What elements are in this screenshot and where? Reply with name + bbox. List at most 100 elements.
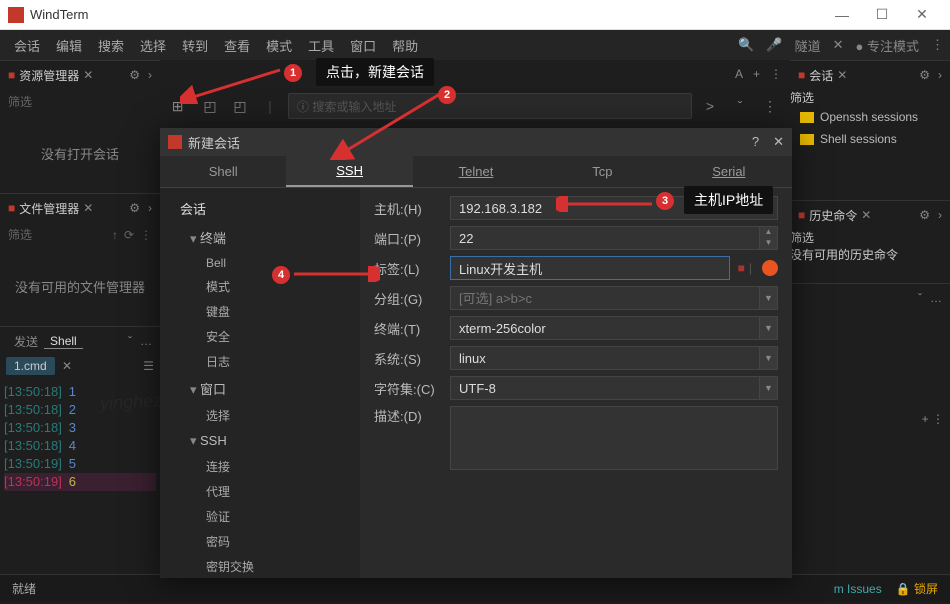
sessions-filter[interactable]: 筛选 xyxy=(790,91,814,105)
menu-select[interactable]: 选择 xyxy=(132,36,174,55)
panel-close-icon[interactable]: ✕ xyxy=(837,68,847,82)
side-auth[interactable]: 验证 xyxy=(160,504,360,529)
sys-dropdown-icon[interactable]: ▼ xyxy=(760,346,778,370)
port-spinner[interactable]: ▲▼ xyxy=(760,226,778,250)
tab-close-icon[interactable]: ✕ xyxy=(62,359,72,373)
chevron-icon[interactable]: › xyxy=(938,208,942,222)
side-window[interactable]: ▾窗口 xyxy=(160,374,360,403)
folder-shell[interactable]: Shell sessions xyxy=(790,128,950,150)
menu-session[interactable]: 会话 xyxy=(6,36,48,55)
menu-goto[interactable]: 转到 xyxy=(174,36,216,55)
more-icon[interactable]: … xyxy=(930,291,942,305)
nav-next-icon[interactable]: > xyxy=(698,94,722,118)
side-proxy[interactable]: 代理 xyxy=(160,479,360,504)
more-icon[interactable]: ⋮ xyxy=(770,67,782,81)
side-security[interactable]: 安全 xyxy=(160,324,360,349)
ubuntu-icon[interactable] xyxy=(762,260,778,276)
refresh-icon[interactable]: ⟳ xyxy=(124,228,134,242)
term-dropdown-icon[interactable]: ▼ xyxy=(760,316,778,340)
minimize-button[interactable]: — xyxy=(822,7,862,23)
charset-label: 字符集:(C) xyxy=(374,379,450,398)
chevron-icon[interactable]: › xyxy=(148,201,152,215)
tab-serial[interactable]: Serial xyxy=(666,156,792,187)
history-filter[interactable]: 筛选 xyxy=(790,231,814,245)
side-log[interactable]: 日志 xyxy=(160,349,360,374)
chevron-icon[interactable]: › xyxy=(938,68,942,82)
menu-mode[interactable]: 模式 xyxy=(258,36,300,55)
menu-help[interactable]: 帮助 xyxy=(384,36,426,55)
focus-mode-button[interactable]: ● 专注模式 xyxy=(856,36,919,55)
mic-icon[interactable]: 🎤 xyxy=(766,37,782,53)
toolbar-more-icon[interactable]: ⋮ xyxy=(758,94,782,118)
tunnel-button[interactable]: 隧道 xyxy=(795,36,821,55)
menu-more-icon[interactable]: ⋮ xyxy=(931,37,944,53)
shell-tab[interactable]: Shell xyxy=(44,334,83,349)
maximize-button[interactable]: ☐ xyxy=(862,6,902,23)
menu-view[interactable]: 查看 xyxy=(216,36,258,55)
sys-input[interactable] xyxy=(450,346,760,370)
side-kex[interactable]: 密钥交换 xyxy=(160,554,360,578)
tab-list-icon[interactable]: ☰ xyxy=(143,359,154,373)
terminal-output[interactable]: [13:50:18]1 [13:50:18]2 [13:50:18]3 [13:… xyxy=(0,377,160,497)
menu-tools[interactable]: 工具 xyxy=(300,36,342,55)
panel-close-icon[interactable]: ✕ xyxy=(861,208,871,222)
send-tab[interactable]: 发送 xyxy=(8,333,44,350)
folder-openssh[interactable]: Openssh sessions xyxy=(790,106,950,128)
desc-input[interactable] xyxy=(450,406,778,470)
side-terminal[interactable]: ▾终端 xyxy=(160,223,360,252)
up-arrow-icon[interactable]: ↑ xyxy=(112,228,118,242)
cmd-tab[interactable]: 1.cmd xyxy=(6,357,55,375)
color-swatch-icon[interactable]: ■ xyxy=(738,261,745,275)
gear-icon[interactable]: ⚙ xyxy=(919,208,930,222)
more-icon[interactable]: ⋮ xyxy=(140,228,152,242)
term-input[interactable] xyxy=(450,316,760,340)
panel-close-icon[interactable]: ✕ xyxy=(83,201,93,215)
help-icon[interactable]: ? xyxy=(752,134,759,150)
gear-icon[interactable]: ⚙ xyxy=(919,68,930,82)
nav-down-icon[interactable]: ˇ xyxy=(728,94,752,118)
chevron-icon[interactable]: › xyxy=(148,68,152,82)
close-x-icon[interactable]: ✕ xyxy=(833,37,844,53)
close-button[interactable]: ✕ xyxy=(902,6,942,23)
font-a-icon[interactable]: A xyxy=(735,67,743,81)
explorer-title: 资源管理器 xyxy=(19,67,79,84)
side-session[interactable]: 会话 xyxy=(160,194,360,223)
side-select[interactable]: 选择 xyxy=(160,403,360,428)
side-password[interactable]: 密码 xyxy=(160,529,360,554)
explorer-filter[interactable]: 筛选 xyxy=(8,93,32,110)
filemgr-filter[interactable]: 筛选 xyxy=(8,226,32,243)
status-issues[interactable]: m Issues xyxy=(834,582,882,596)
charset-dropdown-icon[interactable]: ▼ xyxy=(760,376,778,400)
dialog-title: 新建会话 xyxy=(188,133,240,152)
tab-tcp[interactable]: Tcp xyxy=(539,156,665,187)
group-input[interactable] xyxy=(450,286,760,310)
side-keyboard[interactable]: 键盘 xyxy=(160,299,360,324)
panel-close-icon[interactable]: ✕ xyxy=(83,68,93,82)
dialog-close-icon[interactable]: ✕ xyxy=(773,134,784,150)
menu-window[interactable]: 窗口 xyxy=(342,36,384,55)
port-input[interactable] xyxy=(450,226,760,250)
group-dropdown-icon[interactable]: ▼ xyxy=(760,286,778,310)
gear-icon[interactable]: ⚙ xyxy=(129,68,140,82)
search-icon[interactable]: 🔍 xyxy=(738,37,754,53)
window-titlebar: WindTerm — ☐ ✕ xyxy=(0,0,950,30)
folder-icon xyxy=(800,112,814,123)
tab-telnet[interactable]: Telnet xyxy=(413,156,539,187)
more-icon[interactable]: … xyxy=(140,334,152,348)
plus-icon[interactable]: + xyxy=(753,67,760,81)
arrow-1-icon xyxy=(180,64,290,104)
charset-input[interactable] xyxy=(450,376,760,400)
lock-icon[interactable]: 🔒 锁屏 xyxy=(896,580,938,597)
gear-icon[interactable]: ⚙ xyxy=(129,201,140,215)
collapse-icon[interactable]: ˇ xyxy=(918,291,922,305)
tag-input[interactable] xyxy=(450,256,730,280)
menu-search[interactable]: 搜索 xyxy=(90,36,132,55)
tab-shell[interactable]: Shell xyxy=(160,156,286,187)
menu-edit[interactable]: 编辑 xyxy=(48,36,90,55)
tab-ssh[interactable]: SSH xyxy=(286,156,412,187)
side-ssh[interactable]: ▾SSH xyxy=(160,428,360,454)
sessions-title: 会话 xyxy=(809,67,833,84)
side-connect[interactable]: 连接 xyxy=(160,454,360,479)
plus-icon[interactable]: + ⋮ xyxy=(922,412,944,426)
collapse-icon[interactable]: ˇ xyxy=(128,334,132,348)
